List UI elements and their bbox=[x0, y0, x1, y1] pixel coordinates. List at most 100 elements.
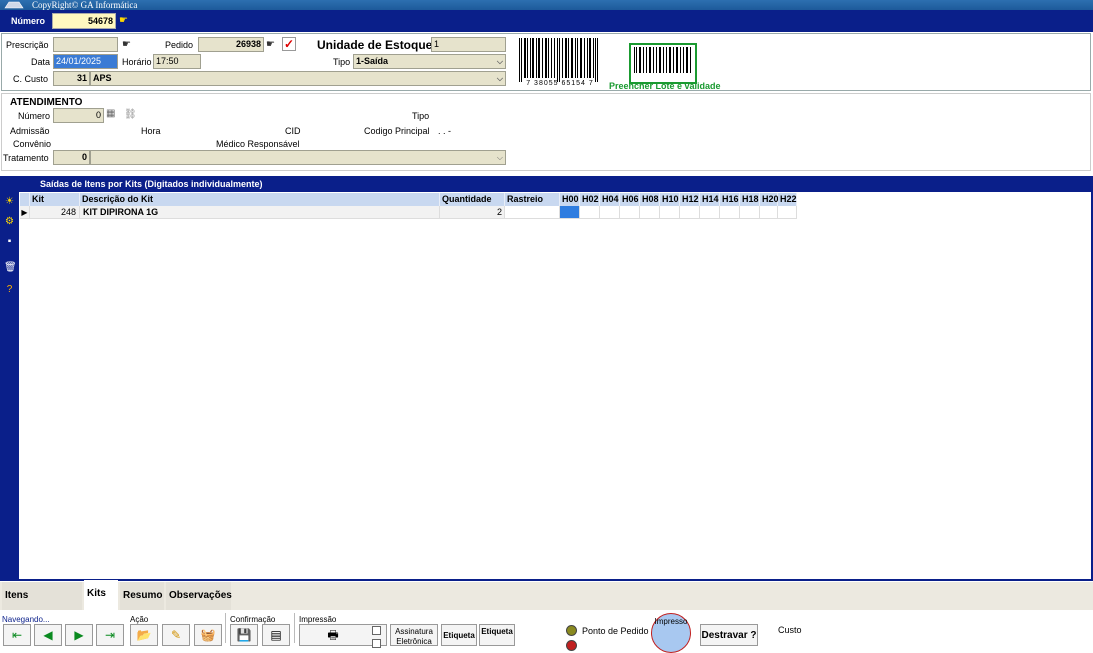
col-header-h20[interactable]: H20 bbox=[760, 193, 779, 206]
chevron-down-icon[interactable]: ⌵ bbox=[497, 72, 503, 85]
impresso-badge: Impresso bbox=[651, 613, 691, 653]
col-header-h10[interactable]: H10 bbox=[660, 193, 680, 206]
confirmacao-label: Confirmação bbox=[230, 615, 276, 624]
col-header-quantidade[interactable]: Quantidade bbox=[440, 193, 505, 206]
tab-itens-individuais[interactable]: Itens Individuais bbox=[2, 582, 82, 629]
tipo-select[interactable]: 1-Saída ⌵ bbox=[353, 54, 506, 69]
barcode-thumbnail[interactable] bbox=[629, 43, 697, 84]
unidade-label: Unidade de Estoque bbox=[317, 38, 433, 52]
ccusto-code-field[interactable]: 31 bbox=[53, 71, 90, 86]
kits-title: Saídas de Itens por Kits (Digitados indi… bbox=[40, 179, 263, 189]
cell-h00[interactable] bbox=[560, 206, 580, 219]
trash-icon[interactable]: 🗑 bbox=[4, 262, 17, 273]
tab-kits[interactable]: Kits bbox=[84, 580, 118, 610]
app-logo-icon bbox=[4, 1, 24, 9]
ccusto-label: C. Custo bbox=[13, 74, 49, 84]
hand-pointer-icon[interactable]: ☛ bbox=[122, 39, 131, 50]
convenio-label: Convênio bbox=[13, 139, 52, 149]
chevron-down-icon[interactable]: ⌵ bbox=[497, 151, 503, 164]
divider bbox=[225, 613, 226, 643]
check-icon[interactable]: ✓ bbox=[282, 37, 296, 51]
data-field[interactable]: 24/01/2025 bbox=[53, 54, 118, 69]
numero-field[interactable]: 54678 bbox=[52, 13, 116, 29]
col-header-h14[interactable]: H14 bbox=[700, 193, 720, 206]
cell-h10[interactable] bbox=[660, 206, 680, 219]
cell-h06[interactable] bbox=[620, 206, 640, 219]
cell-h08[interactable] bbox=[640, 206, 660, 219]
tab-resumo[interactable]: Resumo bbox=[120, 582, 164, 610]
lote-validade-text: Preencher Lote e validade bbox=[609, 81, 721, 91]
print-checkbox[interactable] bbox=[372, 626, 381, 635]
unidade-field[interactable]: 1 bbox=[431, 37, 506, 52]
prescricao-label: Prescrição bbox=[6, 40, 49, 50]
gear-icon[interactable]: ⚙ bbox=[4, 216, 15, 227]
cell-kit[interactable]: 248 bbox=[30, 206, 80, 219]
barcode-text: 7 38055 65154 7 bbox=[526, 80, 594, 87]
tab-strip: Itens Individuais Kits Resumo Observaçõe… bbox=[0, 580, 1093, 629]
col-header-rastreio[interactable]: Rastreio bbox=[505, 193, 560, 206]
print-checkbox[interactable] bbox=[372, 639, 381, 648]
codigo-principal-value: . . - bbox=[438, 126, 451, 136]
help-icon[interactable]: ? bbox=[4, 284, 15, 295]
impressao-label: Impressão bbox=[299, 615, 337, 624]
atendimento-numero-field[interactable]: 0 bbox=[53, 108, 104, 123]
ponto-pedido-indicator bbox=[566, 625, 577, 636]
binoculars-icon[interactable]: ⛓ bbox=[124, 109, 137, 120]
hand-pointer-icon[interactable]: ☛ bbox=[119, 15, 128, 26]
chevron-down-icon[interactable]: ⌵ bbox=[497, 55, 503, 68]
cell-h22[interactable] bbox=[778, 206, 797, 219]
ccusto-value: APS bbox=[93, 73, 112, 83]
navegando-label: Navegando... bbox=[2, 615, 50, 624]
cid-label: CID bbox=[285, 126, 301, 136]
tab-observacoes[interactable]: Observações bbox=[166, 582, 232, 610]
cell-h02[interactable] bbox=[580, 206, 600, 219]
cell-h18[interactable] bbox=[740, 206, 760, 219]
cell-h12[interactable] bbox=[680, 206, 700, 219]
cell-h20[interactable] bbox=[760, 206, 778, 219]
cell-descricao[interactable]: KIT DIPIRONA 1G bbox=[80, 206, 440, 219]
col-header-h02[interactable]: H02 bbox=[580, 193, 600, 206]
col-header-h12[interactable]: H12 bbox=[680, 193, 700, 206]
col-header-h04[interactable]: H04 bbox=[600, 193, 620, 206]
col-header-h16[interactable]: H16 bbox=[720, 193, 740, 206]
cell-quantidade[interactable]: 2 bbox=[440, 206, 505, 219]
atendimento-tipo-label: Tipo bbox=[412, 111, 430, 121]
calendar-icon[interactable]: ▦ bbox=[106, 108, 115, 119]
hand-pointer-icon[interactable]: ☛ bbox=[266, 39, 275, 50]
row-indicator-icon[interactable]: ▶ bbox=[20, 206, 30, 219]
col-header-kit[interactable]: Kit bbox=[30, 193, 80, 206]
pedido-label: Pedido bbox=[165, 40, 194, 50]
admissao-label: Admissão bbox=[10, 126, 50, 136]
sun-icon[interactable]: ☀ bbox=[4, 196, 15, 207]
col-header-descricao[interactable]: Descrição do Kit bbox=[80, 193, 440, 206]
bottom-toolbar: Navegando... ⇤ ◀ ▶ ⇥ Ação 📂 ✎ 🧺 Confirma… bbox=[0, 610, 1093, 653]
hora-label: Hora bbox=[141, 126, 161, 136]
status-indicator bbox=[566, 640, 577, 651]
tratamento-code-field[interactable]: 0 bbox=[53, 150, 90, 165]
pedido-field[interactable]: 26938 bbox=[198, 37, 264, 52]
printer-icon: 🖶 bbox=[327, 628, 339, 642]
col-header-h18[interactable]: H18 bbox=[740, 193, 760, 206]
prescricao-field[interactable] bbox=[53, 37, 118, 52]
horario-field[interactable]: 17:50 bbox=[153, 54, 201, 69]
atendimento-numero-label: Número bbox=[18, 111, 51, 121]
col-header-h22[interactable]: H22 bbox=[778, 193, 797, 206]
cell-h04[interactable] bbox=[600, 206, 620, 219]
cell-rastreio[interactable] bbox=[505, 206, 560, 219]
grid-border bbox=[0, 579, 1093, 581]
ccusto-select[interactable]: APS ⌵ bbox=[90, 71, 506, 86]
numero-label: Número bbox=[11, 16, 46, 26]
save-icon[interactable]: ▪ bbox=[4, 236, 15, 247]
tratamento-select[interactable]: ⌵ bbox=[90, 150, 506, 165]
col-header-h08[interactable]: H08 bbox=[640, 193, 660, 206]
col-header-h06[interactable]: H06 bbox=[620, 193, 640, 206]
side-toolbar: ☀ ⚙ ▪ 🗑 ? bbox=[0, 192, 19, 580]
atendimento-title: ATENDIMENTO bbox=[10, 97, 83, 108]
divider bbox=[294, 613, 295, 643]
col-header-h00[interactable]: H00 bbox=[560, 193, 580, 206]
row-indicator-header bbox=[20, 193, 30, 206]
acao-label: Ação bbox=[130, 615, 149, 624]
cell-h14[interactable] bbox=[700, 206, 720, 219]
kits-title-bar: Saídas de Itens por Kits (Digitados indi… bbox=[0, 176, 1093, 192]
cell-h16[interactable] bbox=[720, 206, 740, 219]
